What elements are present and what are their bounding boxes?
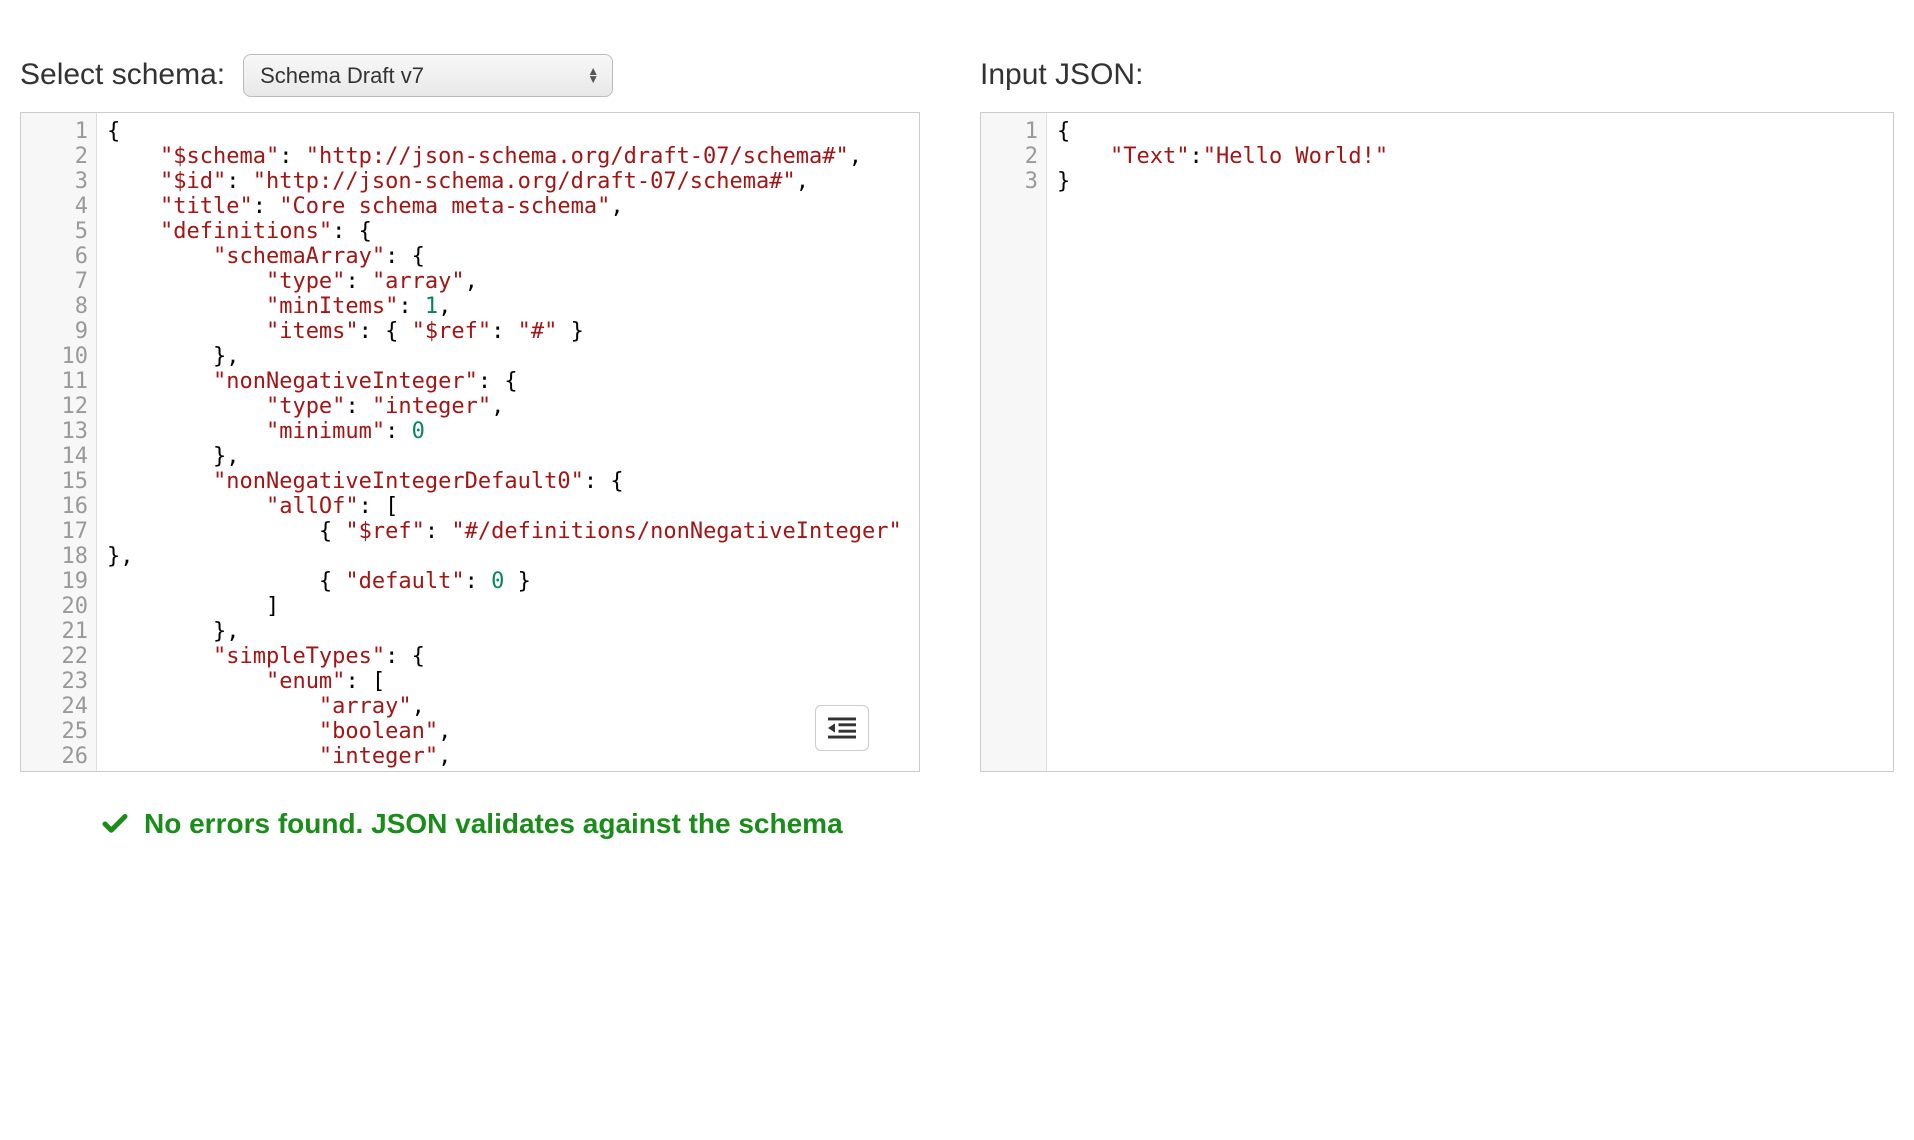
input-json-label: Input JSON: [980, 58, 1143, 92]
check-icon [100, 809, 130, 839]
json-gutter: 123 [981, 113, 1047, 771]
schema-select[interactable]: Schema Draft v7 [243, 54, 613, 97]
indent-button[interactable] [815, 705, 869, 751]
indent-icon [828, 717, 856, 739]
schema-gutter: 1234567891011121314151617181920212223242… [21, 113, 97, 771]
validation-status: No errors found. JSON validates against … [144, 808, 843, 840]
schema-editor[interactable]: 1234567891011121314151617181920212223242… [20, 112, 920, 772]
json-editor[interactable]: 123 { "Text":"Hello World!" } [980, 112, 1894, 772]
json-code[interactable]: { "Text":"Hello World!" } [1047, 113, 1893, 771]
schema-label: Select schema: [20, 58, 225, 92]
schema-code[interactable]: { "$schema": "http://json-schema.org/dra… [97, 113, 919, 771]
